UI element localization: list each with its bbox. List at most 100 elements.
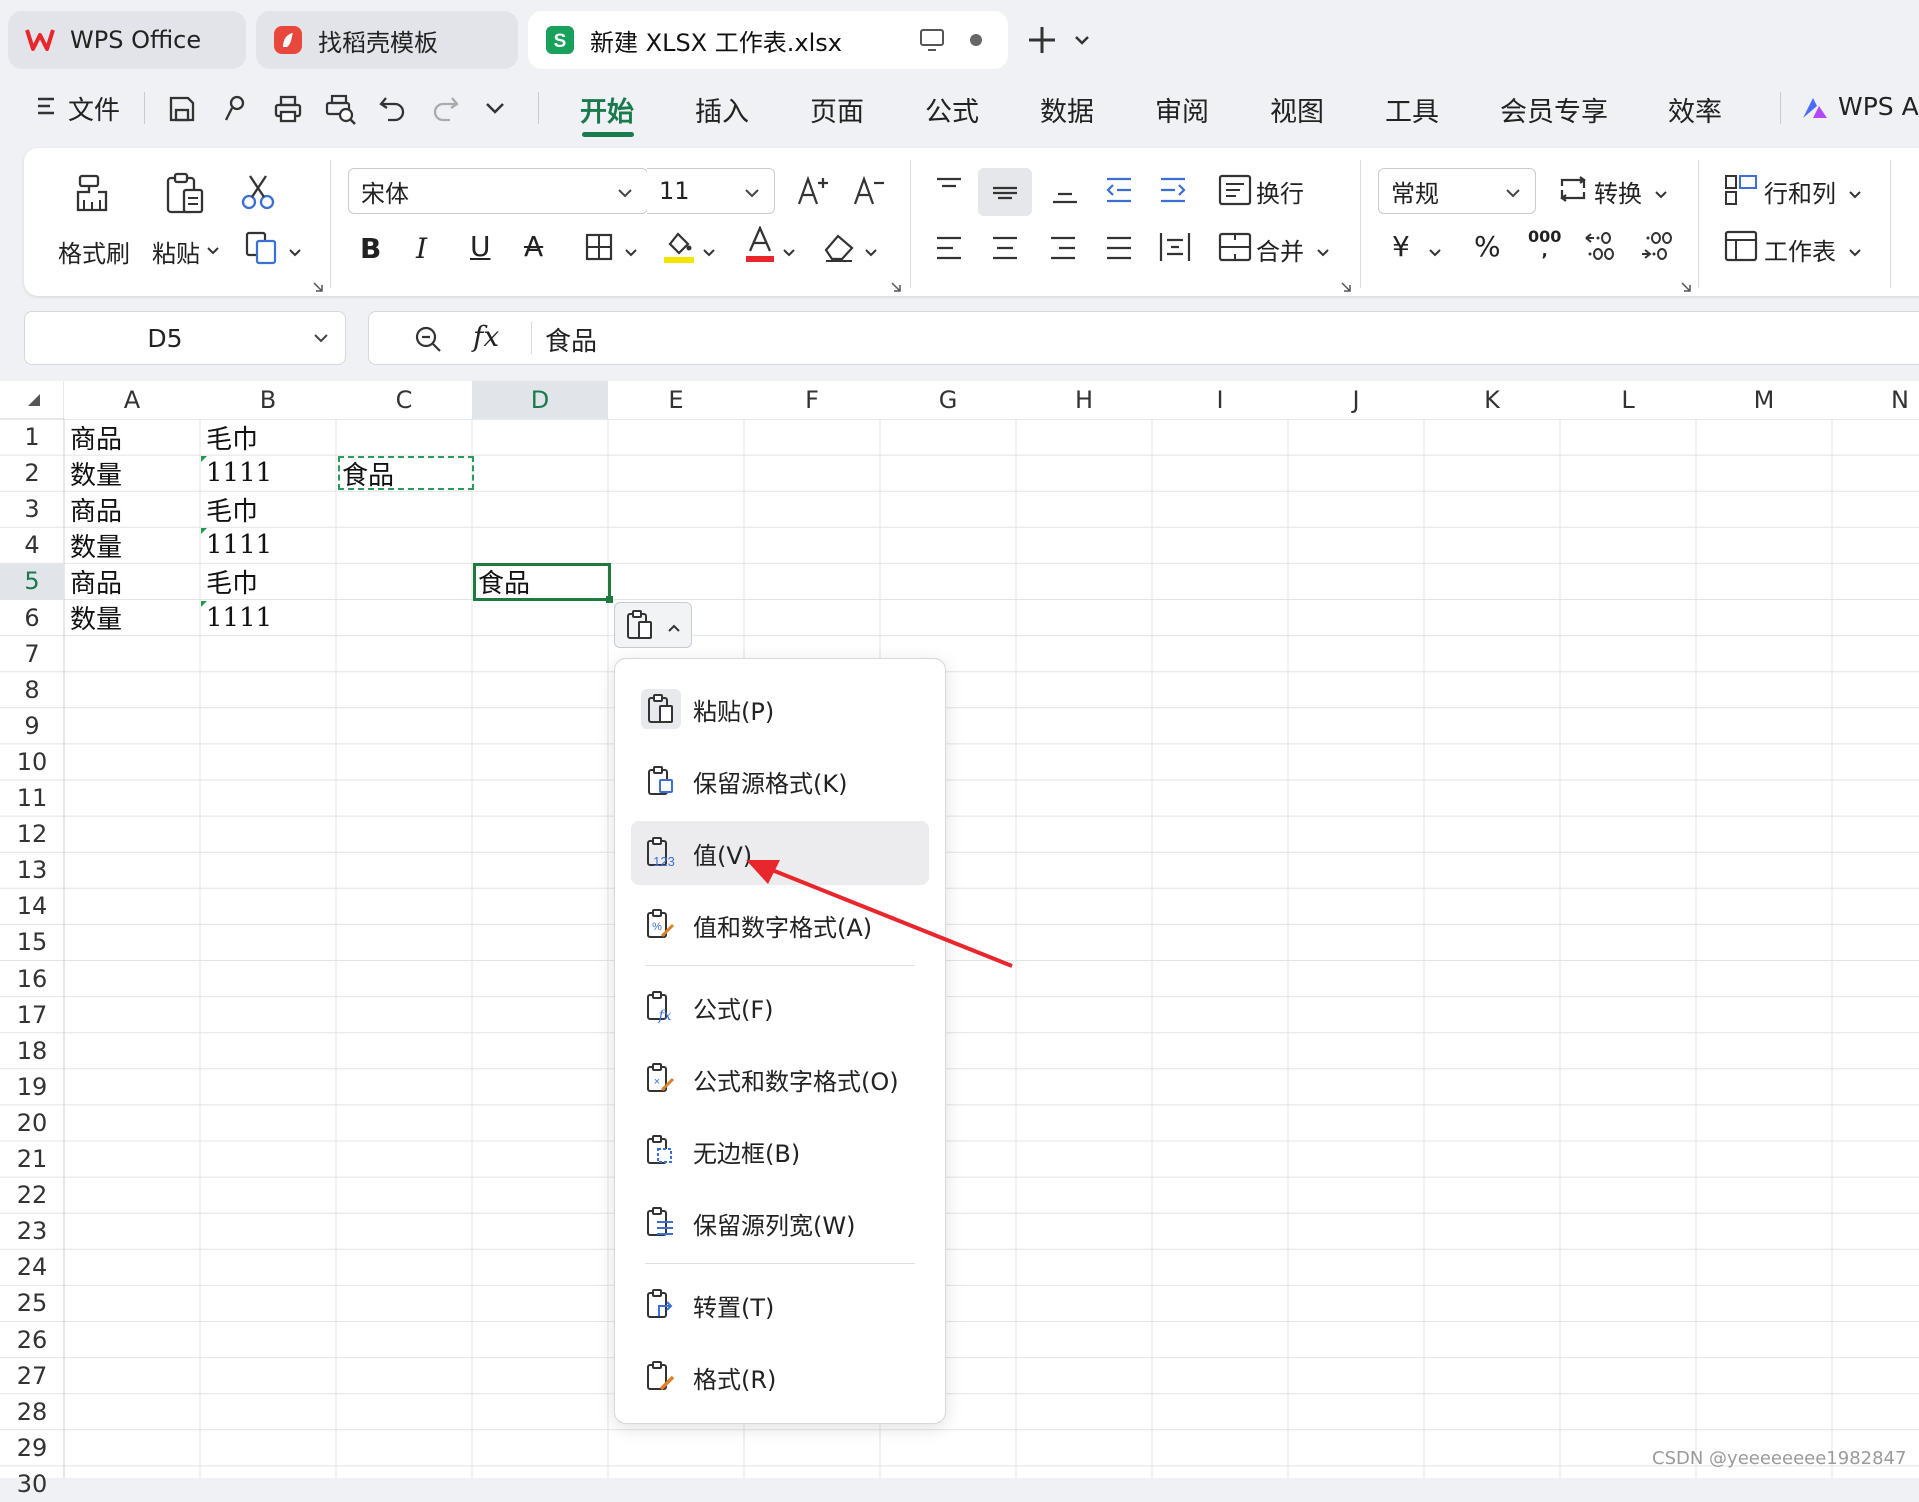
menu-tab-home[interactable]: 开始 [580, 90, 634, 129]
wps-ai-icon[interactable] [1800, 94, 1830, 126]
cell-a6[interactable]: 数量 [64, 600, 200, 636]
worksheet-icon[interactable] [1724, 230, 1758, 266]
worksheet-label[interactable]: 工作表 [1764, 232, 1836, 267]
row-header-11[interactable]: 11 [0, 780, 64, 816]
new-tab-plus-icon[interactable] [1024, 22, 1060, 62]
align-right-icon[interactable] [1048, 234, 1078, 266]
merge-cells-label[interactable]: 合并 [1256, 232, 1304, 267]
row-header-7[interactable]: 7 [0, 636, 64, 672]
tab-docer-templates[interactable]: 找稻壳模板 [256, 11, 518, 69]
column-header-n[interactable]: N [1832, 381, 1919, 419]
share-icon[interactable] [220, 93, 250, 129]
menu-tab-member[interactable]: 会员专享 [1500, 90, 1608, 129]
cell-b2[interactable]: 1111 [200, 455, 336, 491]
column-header-d[interactable]: D [472, 381, 608, 419]
strikethrough-icon[interactable]: A [524, 230, 543, 263]
formula-content[interactable]: 食品 [545, 321, 597, 358]
column-header-e[interactable]: E [608, 381, 744, 419]
column-header-h[interactable]: H [1016, 381, 1152, 419]
decrease-font-size-icon[interactable] [852, 174, 888, 212]
row-header-26[interactable]: 26 [0, 1322, 64, 1358]
menu-item-formula-number-format[interactable]: × 公式和数字格式(O) [631, 1047, 929, 1111]
cell-b3[interactable]: 毛巾 [200, 491, 336, 527]
dialog-launcher-icon[interactable] [1680, 278, 1692, 297]
clear-format-icon[interactable] [822, 230, 856, 268]
paste-dropdown-chevron-icon[interactable] [206, 242, 220, 261]
paste-options-button[interactable] [614, 602, 692, 648]
wrap-text-label[interactable]: 换行 [1256, 174, 1304, 209]
row-header-25[interactable]: 25 [0, 1285, 64, 1321]
save-icon[interactable] [166, 93, 198, 129]
menu-tab-efficiency[interactable]: 效率 [1668, 90, 1722, 129]
row-header-1[interactable]: 1 [0, 419, 64, 455]
tab-list-chevron-icon[interactable] [1072, 30, 1092, 54]
column-header-b[interactable]: B [200, 381, 336, 419]
convert-icon[interactable] [1556, 174, 1590, 208]
row-header-29[interactable]: 29 [0, 1430, 64, 1466]
row-header-10[interactable]: 10 [0, 744, 64, 780]
justify-icon[interactable] [1104, 234, 1134, 266]
copy-dropdown-chevron-icon[interactable] [288, 244, 302, 263]
menu-tab-data[interactable]: 数据 [1040, 90, 1094, 129]
decrease-decimal-icon[interactable] [1640, 230, 1672, 268]
row-header-8[interactable]: 8 [0, 672, 64, 708]
align-center-icon[interactable] [990, 234, 1020, 266]
insert-function-icon[interactable]: fx [473, 320, 499, 353]
column-header-a[interactable]: A [64, 381, 200, 419]
row-header-30[interactable]: 30 [0, 1466, 64, 1502]
fill-dropdown-chevron-icon[interactable] [702, 244, 716, 263]
tab-wps-office[interactable]: WPS Office [8, 11, 246, 69]
paste-icon[interactable] [162, 170, 208, 220]
font-name-select[interactable]: 宋体 [348, 168, 648, 214]
cell-a1[interactable]: 商品 [64, 419, 200, 455]
dialog-launcher-icon[interactable] [890, 278, 902, 297]
convert-label[interactable]: 转换 [1594, 174, 1642, 209]
merge-cells-icon[interactable] [1218, 232, 1252, 266]
row-header-20[interactable]: 20 [0, 1105, 64, 1141]
copy-icon[interactable] [244, 230, 280, 270]
row-header-9[interactable]: 9 [0, 708, 64, 744]
row-header-28[interactable]: 28 [0, 1394, 64, 1430]
border-dropdown-chevron-icon[interactable] [624, 244, 638, 263]
wps-ai-label[interactable]: WPS A [1838, 92, 1919, 121]
increase-indent-icon[interactable] [1158, 176, 1188, 208]
column-header-c[interactable]: C [336, 381, 472, 419]
increase-font-size-icon[interactable] [796, 174, 832, 212]
wrap-text-icon[interactable] [1218, 174, 1252, 210]
menu-item-paste-formula[interactable]: fx 公式(F) [631, 975, 929, 1039]
menu-tab-tools[interactable]: 工具 [1385, 90, 1439, 129]
row-header-15[interactable]: 15 [0, 924, 64, 960]
row-header-14[interactable]: 14 [0, 888, 64, 924]
menu-item-no-border[interactable]: 无边框(B) [631, 1119, 929, 1183]
column-header-k[interactable]: K [1424, 381, 1560, 419]
cell-b5[interactable]: 毛巾 [200, 563, 336, 599]
percent-icon[interactable]: % [1474, 230, 1501, 263]
distributed-align-icon[interactable] [1158, 230, 1192, 268]
column-header-m[interactable]: M [1696, 381, 1832, 419]
cell-a4[interactable]: 数量 [64, 527, 200, 563]
row-header-17[interactable]: 17 [0, 997, 64, 1033]
row-header-12[interactable]: 12 [0, 816, 64, 852]
align-left-icon[interactable] [934, 234, 964, 266]
row-header-6[interactable]: 6 [0, 600, 64, 636]
row-header-27[interactable]: 27 [0, 1358, 64, 1394]
font-color-dropdown-chevron-icon[interactable] [782, 244, 796, 263]
number-format-select[interactable]: 常规 [1378, 168, 1536, 214]
row-header-19[interactable]: 19 [0, 1069, 64, 1105]
currency-dropdown-chevron-icon[interactable] [1428, 244, 1442, 263]
cell-a5[interactable]: 商品 [64, 563, 200, 599]
clear-dropdown-chevron-icon[interactable] [864, 244, 878, 263]
cut-icon[interactable] [238, 172, 278, 216]
select-all-icon[interactable] [26, 392, 42, 412]
row-header-18[interactable]: 18 [0, 1033, 64, 1069]
row-header-5[interactable]: 5 [0, 563, 64, 600]
menu-tab-review[interactable]: 审阅 [1155, 90, 1209, 129]
menu-tab-view[interactable]: 视图 [1270, 90, 1324, 129]
format-painter-label[interactable]: 格式刷 [58, 234, 130, 269]
menu-item-keep-column-width[interactable]: 保留源列宽(W) [631, 1191, 929, 1255]
row-header-4[interactable]: 4 [0, 527, 64, 563]
formula-bar[interactable]: fx 食品 [368, 311, 1919, 365]
font-color-icon[interactable] [744, 225, 776, 268]
rows-columns-dropdown-chevron-icon[interactable] [1848, 186, 1862, 205]
column-header-i[interactable]: I [1152, 381, 1288, 419]
